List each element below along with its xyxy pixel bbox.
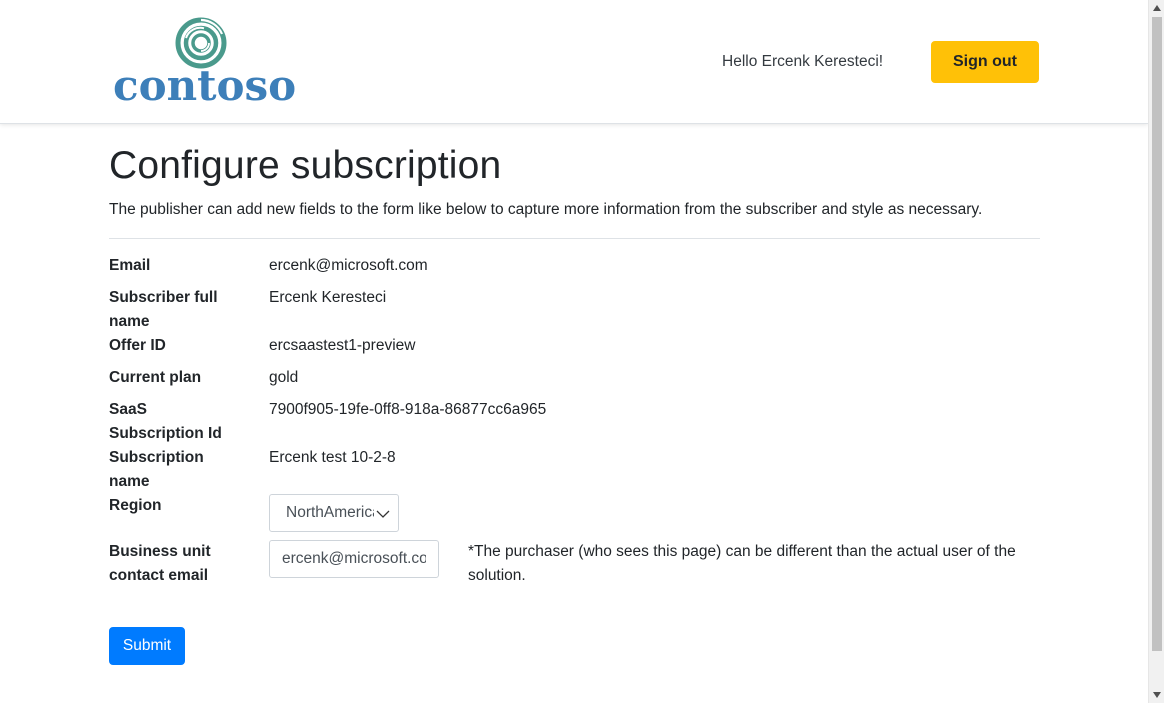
business-email-label-line2: contact email [109, 567, 209, 584]
scroll-down-icon[interactable] [1149, 687, 1164, 703]
region-label: Region [109, 497, 162, 514]
full-name-label-line2: name [109, 313, 150, 330]
full-name-label: Subscriber full name [109, 286, 239, 334]
logo-wordmark: contoso [113, 61, 297, 110]
divider [109, 238, 1040, 239]
page: contoso Hello Ercenk Keresteci! Sign out… [0, 0, 1148, 703]
user-greeting: Hello Ercenk Keresteci! [722, 53, 884, 70]
subscription-name-label: Subscription name [109, 446, 239, 494]
business-email-label: Business unit contact email [109, 540, 239, 588]
subscription-name-label-line2: name [109, 473, 150, 490]
page-title: Configure subscription [109, 144, 502, 187]
subscription-name-label-line1: Subscription [109, 449, 204, 466]
submit-button[interactable]: Submit [109, 627, 185, 665]
saas-id-value: 7900f905-19fe-0ff8-918a-86877cc6a965 [269, 401, 547, 418]
offer-id-value: ercsaastest1-preview [269, 337, 416, 354]
offer-id-label: Offer ID [109, 337, 166, 354]
purchaser-note: *The purchaser (who sees this page) can … [468, 543, 1016, 584]
business-email-label-line1: Business unit [109, 543, 211, 560]
full-name-label-line1: Subscriber full [109, 289, 218, 306]
current-plan-value: gold [269, 369, 299, 386]
current-plan-label: Current plan [109, 369, 202, 386]
intro-text: The publisher can add new fields to the … [109, 201, 983, 218]
business-email-input[interactable] [269, 540, 439, 578]
email-label: Email [109, 257, 151, 274]
scroll-up-icon[interactable] [1149, 0, 1164, 16]
scrollbar-thumb[interactable] [1152, 17, 1162, 651]
sign-out-button[interactable]: Sign out [931, 41, 1039, 83]
saas-id-label: SaaS Subscription Id [109, 398, 239, 446]
region-select[interactable]: NorthAmerica [269, 494, 399, 532]
saas-id-label-line1: SaaS [109, 401, 147, 418]
saas-id-label-line2: Subscription Id [109, 425, 222, 442]
subscription-name-value: Ercenk test 10-2-8 [269, 449, 396, 466]
main-content: Configure subscription The publisher can… [109, 140, 1040, 239]
email-value: ercenk@microsoft.com [269, 257, 428, 274]
chevron-down-icon [376, 510, 390, 518]
top-navbar: contoso Hello Ercenk Keresteci! Sign out [0, 0, 1148, 124]
full-name-value: Ercenk Keresteci [269, 289, 387, 306]
contoso-logo[interactable]: contoso [113, 14, 296, 110]
region-selected-value: NorthAmerica [286, 504, 374, 521]
vertical-scrollbar[interactable] [1148, 0, 1164, 703]
